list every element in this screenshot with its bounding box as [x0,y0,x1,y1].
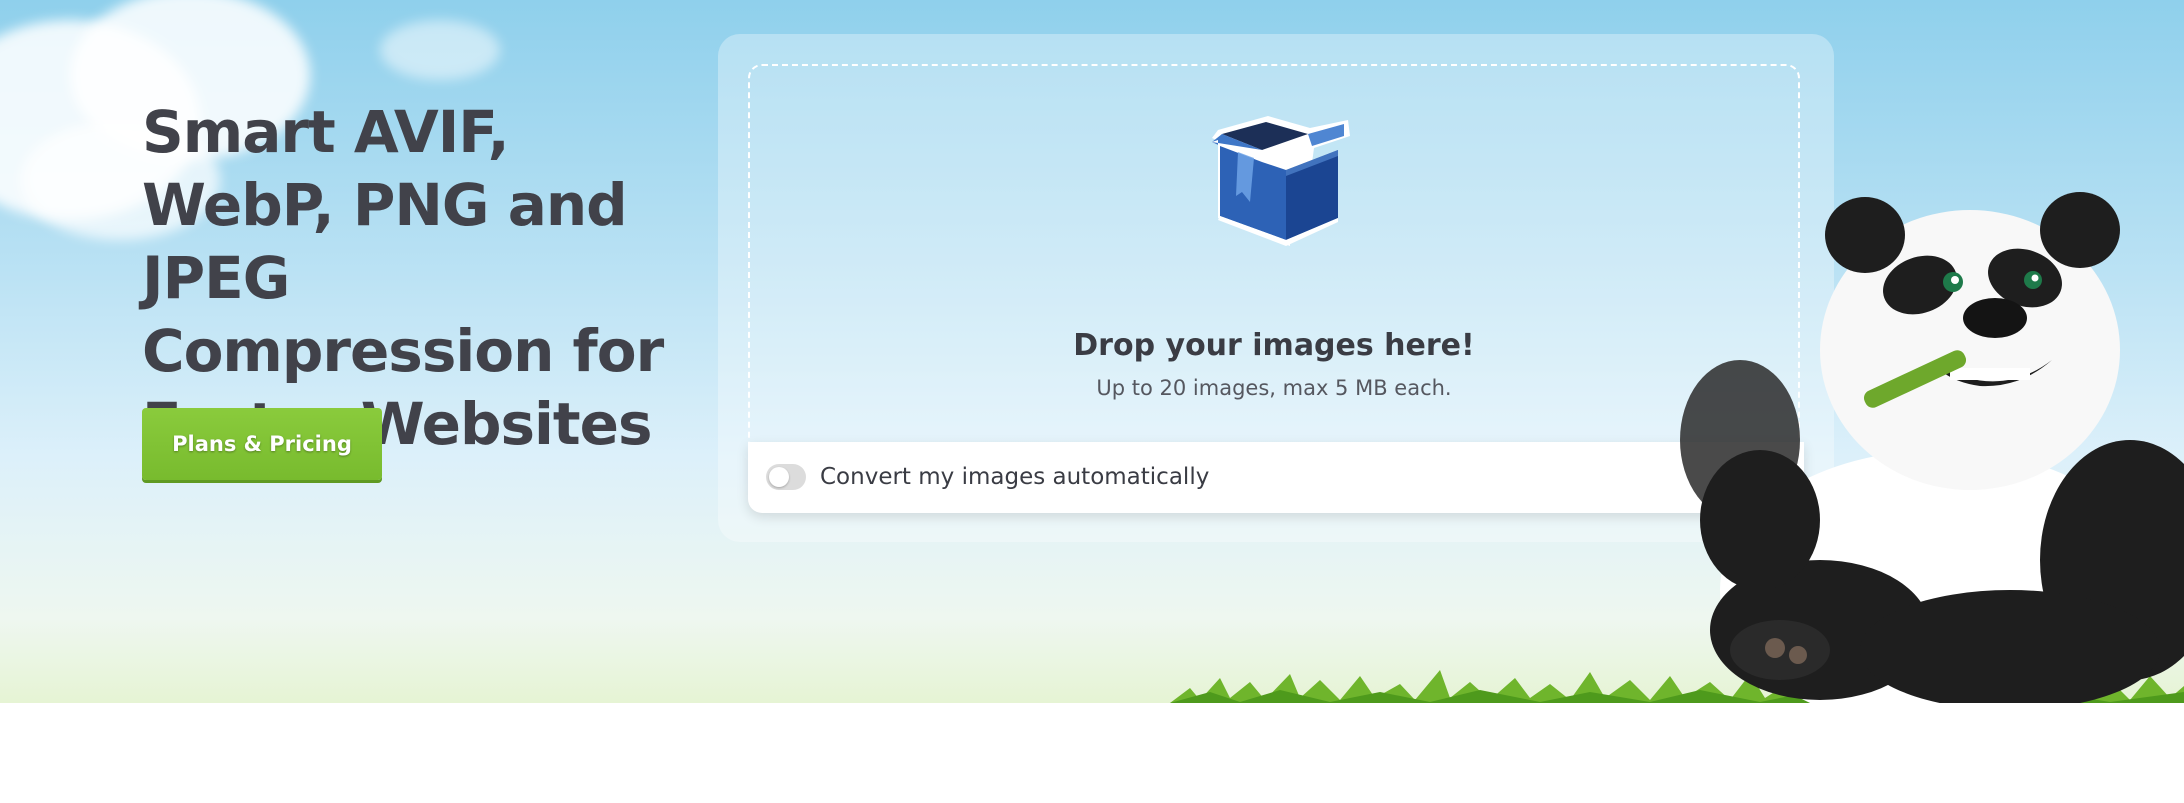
convert-options-bar: Convert my images automatically [748,442,1804,513]
image-dropzone[interactable]: Drop your images here! Up to 20 images, … [748,64,1800,444]
dropzone-title: Drop your images here! [1073,328,1475,363]
convert-label[interactable]: Convert my images automatically [820,464,1209,490]
upload-panel: Drop your images here! Up to 20 images, … [718,34,1834,542]
plans-pricing-button[interactable]: Plans & Pricing [142,408,382,480]
cloud [380,20,500,80]
page-headline: Smart AVIF, WebP, PNG and JPEG Compressi… [142,98,664,458]
toggle-knob [769,467,789,487]
hero-section: Smart AVIF, WebP, PNG and JPEG Compressi… [0,0,2184,703]
panda-mascot [1680,192,2184,703]
dropzone-subtitle: Up to 20 images, max 5 MB each. [1096,376,1452,400]
open-box-icon [1212,116,1350,246]
convert-toggle[interactable] [766,464,806,490]
